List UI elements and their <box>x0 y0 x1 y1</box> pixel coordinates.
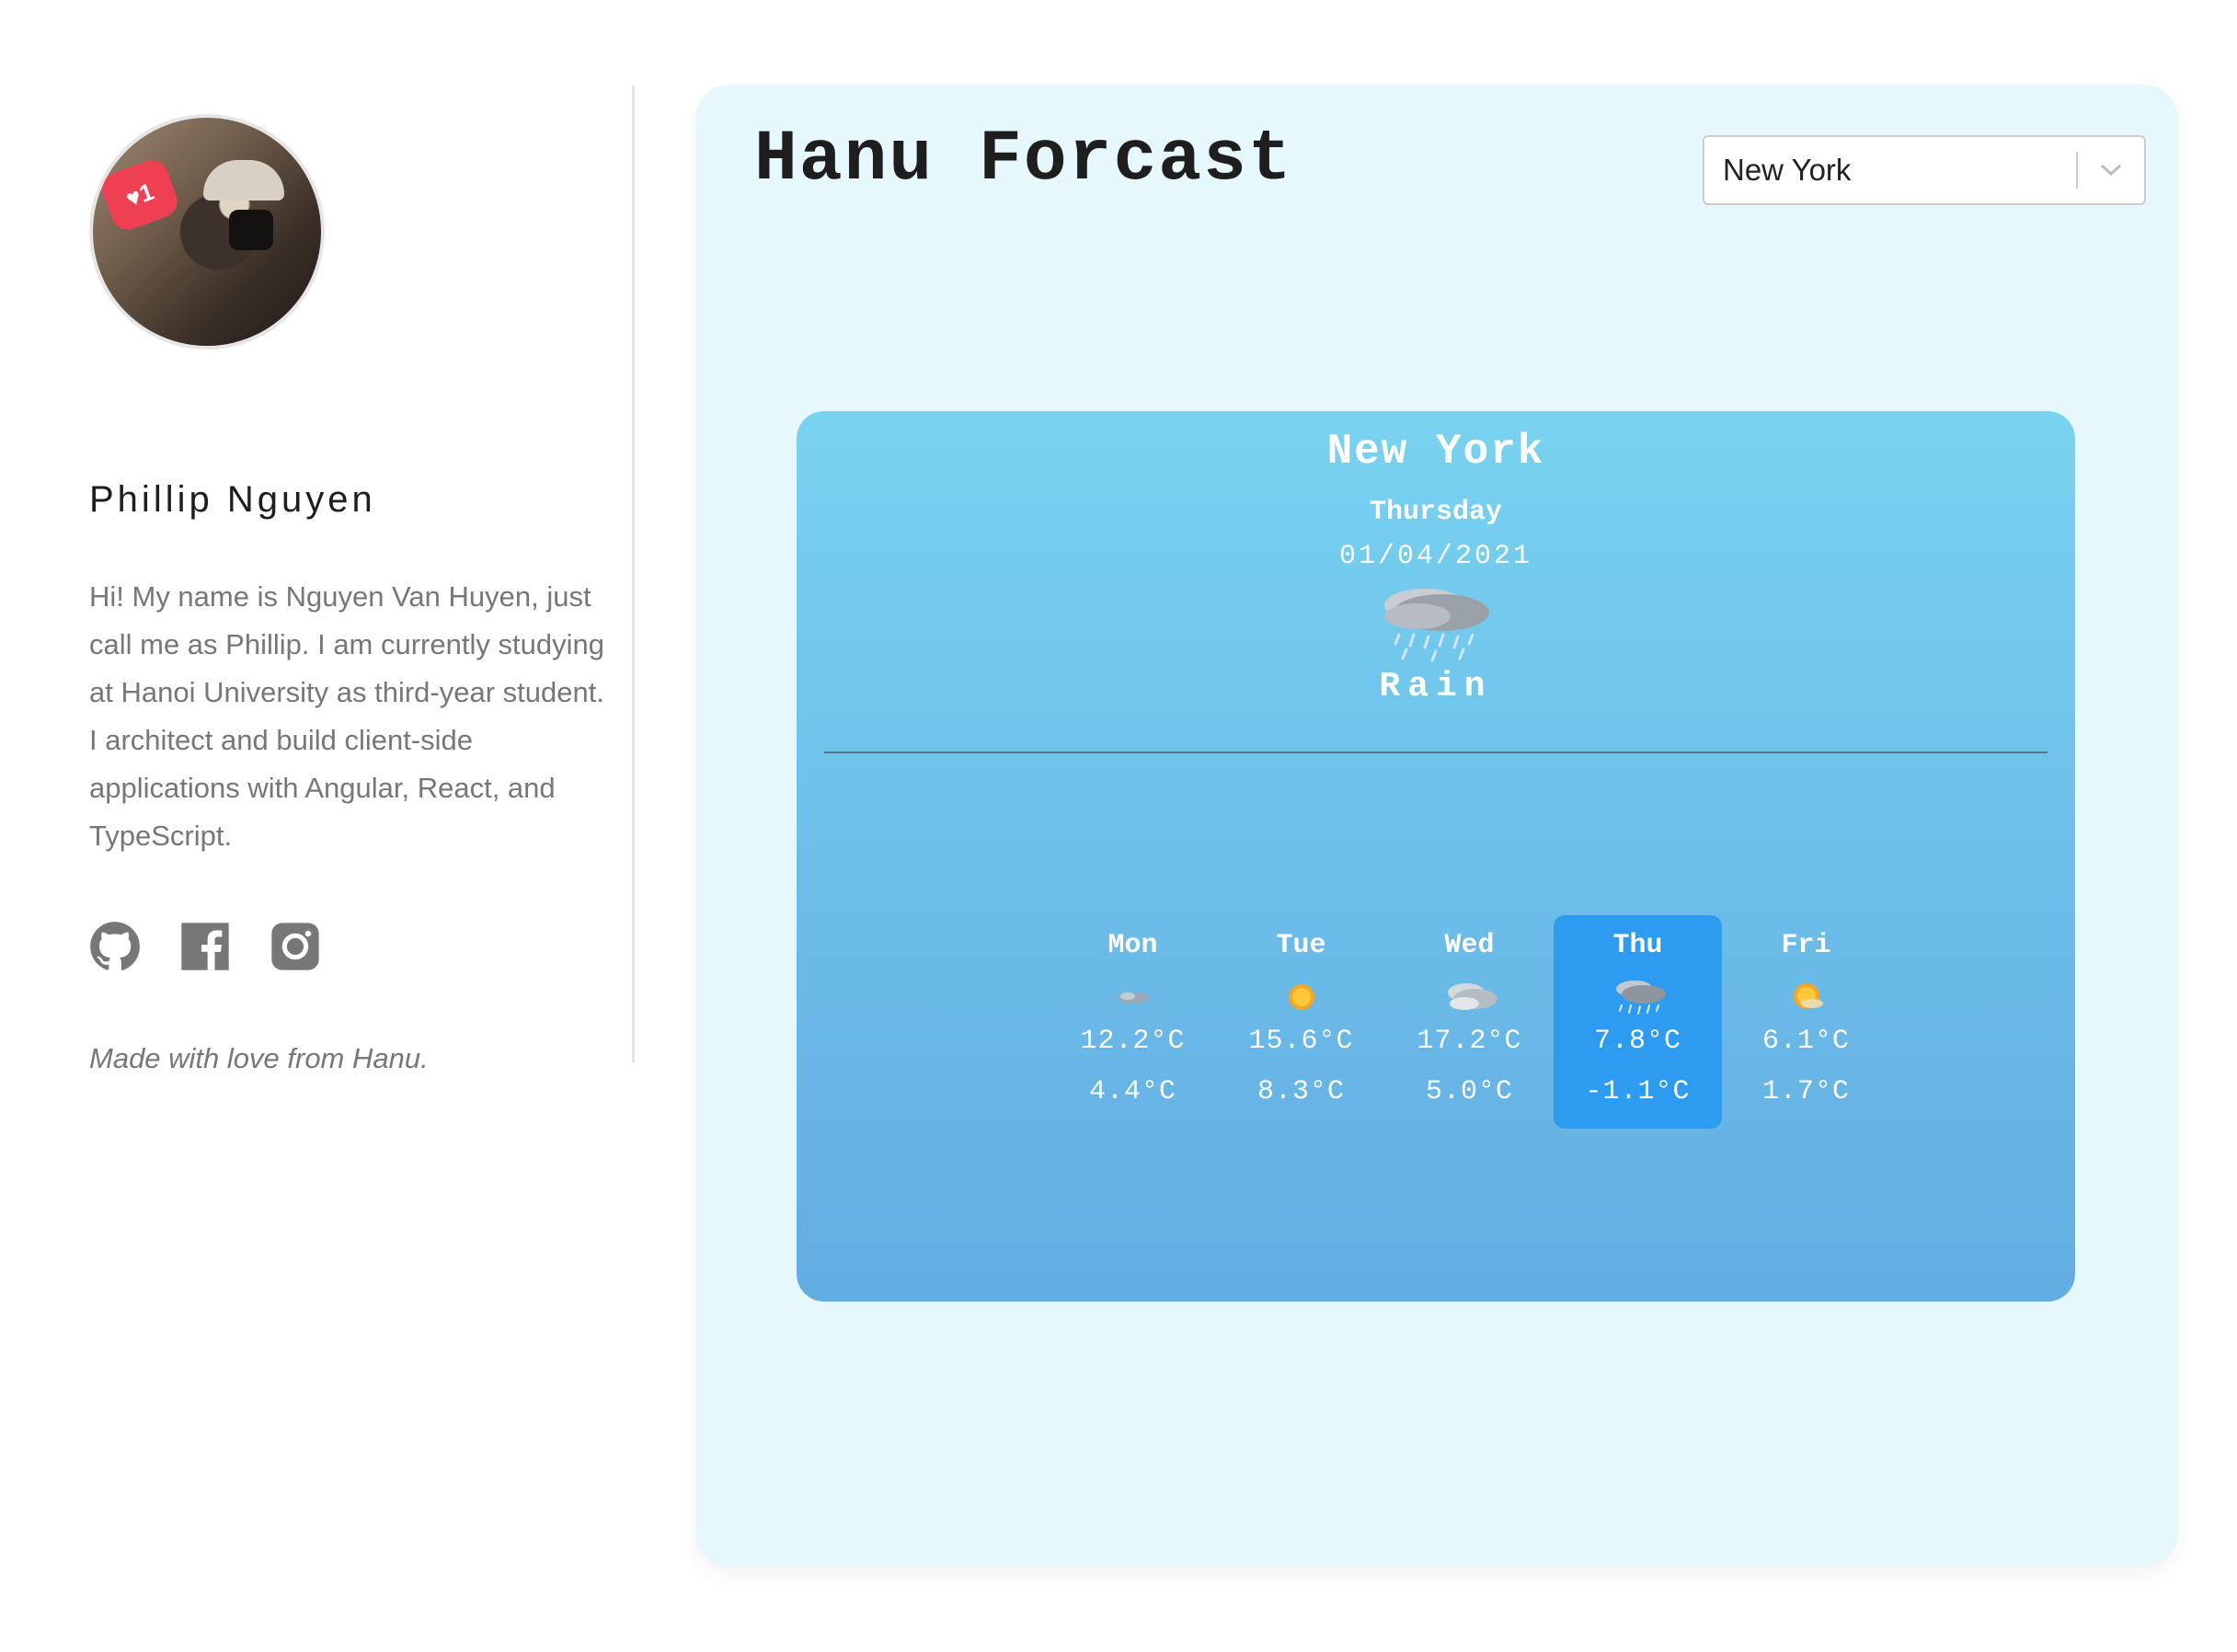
day-low: 5.0°C <box>1425 1076 1513 1107</box>
chevron-down-icon <box>2100 164 2122 177</box>
day-low: -1.1°C <box>1585 1076 1691 1107</box>
day-name: Wed <box>1444 930 1495 961</box>
instagram-link[interactable] <box>270 921 321 972</box>
overcast-icon <box>1448 983 1497 1010</box>
sun-icon <box>1289 984 1314 1010</box>
social-links <box>89 921 321 972</box>
avatar-cap <box>203 160 284 201</box>
forecast-day-mon[interactable]: Mon 12.2°C 4.4°C <box>1049 915 1217 1129</box>
day-name: Thu <box>1612 930 1663 961</box>
github-icon <box>90 922 140 970</box>
cloudy-icon <box>1117 992 1150 1004</box>
day-high: 7.8°C <box>1593 1026 1681 1057</box>
forecast-day-fri[interactable]: Fri 6.1°C 1.7°C <box>1722 915 1890 1129</box>
day-high: 15.6°C <box>1248 1026 1354 1057</box>
avatar: ♥ 1 <box>89 114 325 350</box>
github-link[interactable] <box>89 921 141 972</box>
day-name: Tue <box>1276 930 1326 961</box>
current-weekday: Thursday <box>1369 497 1503 528</box>
avatar-camera <box>229 210 273 250</box>
rain-icon <box>1384 589 1489 662</box>
forecast-day-wed[interactable]: Wed 17.2°C 5.0°C <box>1385 915 1554 1129</box>
profile-bio: Hi! My name is Nguyen Van Huyen, just ca… <box>89 580 604 852</box>
profile-sidebar: ♥ 1 Phillip Nguyen Hi! My name is Nguyen … <box>89 86 635 1074</box>
rain-icon <box>1616 981 1666 1015</box>
facebook-icon <box>181 923 229 970</box>
day-low: 4.4°C <box>1088 1076 1176 1107</box>
day-low: 8.3°C <box>1256 1076 1345 1107</box>
weather-card: New York Thursday 01/04/2021 Rain Mon 12… <box>797 411 2075 1302</box>
current-city: New York <box>1326 428 1545 476</box>
page: ♥ 1 Phillip Nguyen Hi! My name is Nguyen … <box>0 0 2237 1652</box>
day-name: Mon <box>1107 930 1158 961</box>
day-high: 6.1°C <box>1761 1026 1850 1057</box>
current-condition: Rain <box>1379 667 1493 706</box>
footer-note: Made with love from Hanu. <box>89 1042 429 1074</box>
forecast-days: Mon 12.2°C 4.4°C Tue 15.6°C 8.3°C Wed 17… <box>1049 915 1890 1129</box>
card-divider <box>824 751 2048 753</box>
current-date: 01/04/2021 <box>1338 541 1533 572</box>
facebook-link[interactable] <box>179 921 231 972</box>
day-high: 17.2°C <box>1417 1026 1522 1057</box>
day-high: 12.2°C <box>1080 1026 1186 1057</box>
day-name: Fri <box>1781 930 1831 961</box>
forecast-day-thu[interactable]: Thu 7.8°C -1.1°C <box>1554 915 1722 1129</box>
like-badge: ♥ 1 <box>98 155 182 235</box>
sun-cloud-icon <box>1794 983 1823 1009</box>
select-dropdown-toggle[interactable] <box>2078 135 2144 205</box>
city-select[interactable]: New York <box>1703 135 2146 205</box>
day-low: 1.7°C <box>1761 1076 1850 1107</box>
forecast-panel: Hanu Forcast New York New York Thursday … <box>695 85 2178 1567</box>
instagram-icon <box>271 923 319 970</box>
profile-name: Phillip Nguyen <box>89 479 376 520</box>
app-title: Hanu Forcast <box>754 120 1293 201</box>
city-select-value: New York <box>1723 153 1852 187</box>
forecast-day-tue[interactable]: Tue 15.6°C 8.3°C <box>1217 915 1385 1129</box>
